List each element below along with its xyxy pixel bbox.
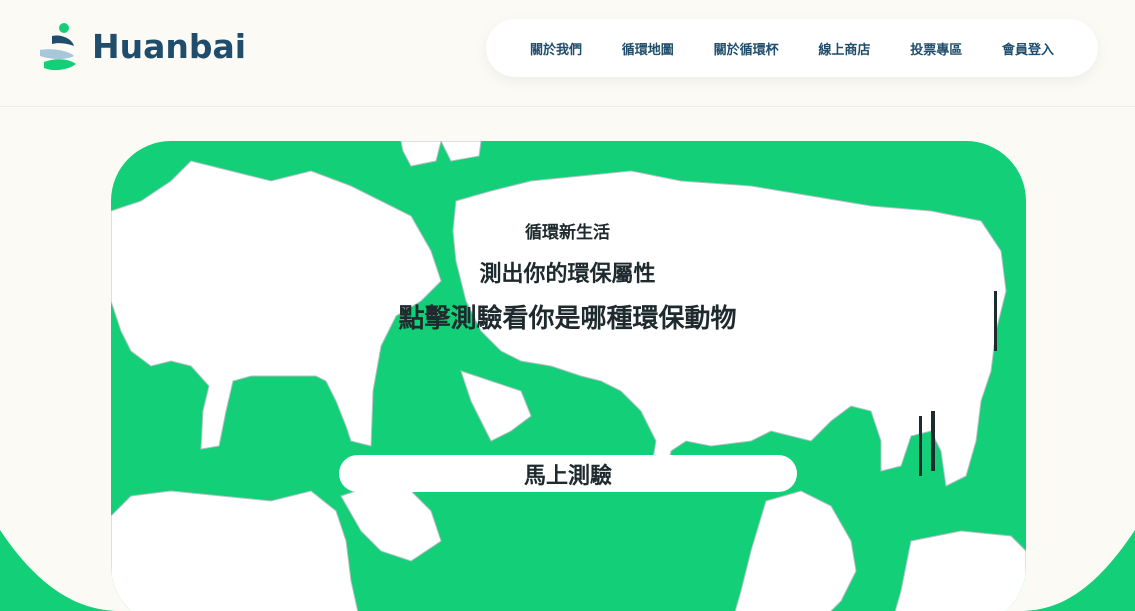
hero-banner: [111, 141, 1026, 611]
cow-print-illustration: [111, 141, 1026, 611]
start-quiz-button[interactable]: 馬上測驗: [339, 455, 797, 492]
nav-item-map[interactable]: 循環地圖: [622, 39, 674, 58]
hero-subtitle: 循環新生活: [525, 223, 610, 243]
hero-headline: 測出你的環保屬性: [479, 262, 656, 287]
nav-item-vote[interactable]: 投票專區: [910, 39, 962, 58]
brand-logo[interactable]: Huanbai: [38, 20, 246, 72]
hero-headline-secondary: 點擊測驗看你是哪種環保動物: [398, 304, 737, 334]
brand-name: Huanbai: [92, 26, 247, 66]
page: Huanbai 關於我們 循環地圖 關於循環杯 線上商店 投票專區 會員登入 循…: [0, 0, 1135, 611]
nav-item-shop[interactable]: 線上商店: [818, 39, 870, 58]
nav-item-about[interactable]: 關於我們: [530, 39, 582, 58]
site-header: Huanbai 關於我們 循環地圖 關於循環杯 線上商店 投票專區 會員登入: [0, 0, 1135, 107]
nav-item-cup[interactable]: 關於循環杯: [714, 39, 779, 58]
cup-logo-icon: [40, 23, 76, 71]
main-nav: 關於我們 循環地圖 關於循環杯 線上商店 投票專區 會員登入: [486, 19, 1098, 77]
nav-item-login[interactable]: 會員登入: [1002, 39, 1054, 58]
